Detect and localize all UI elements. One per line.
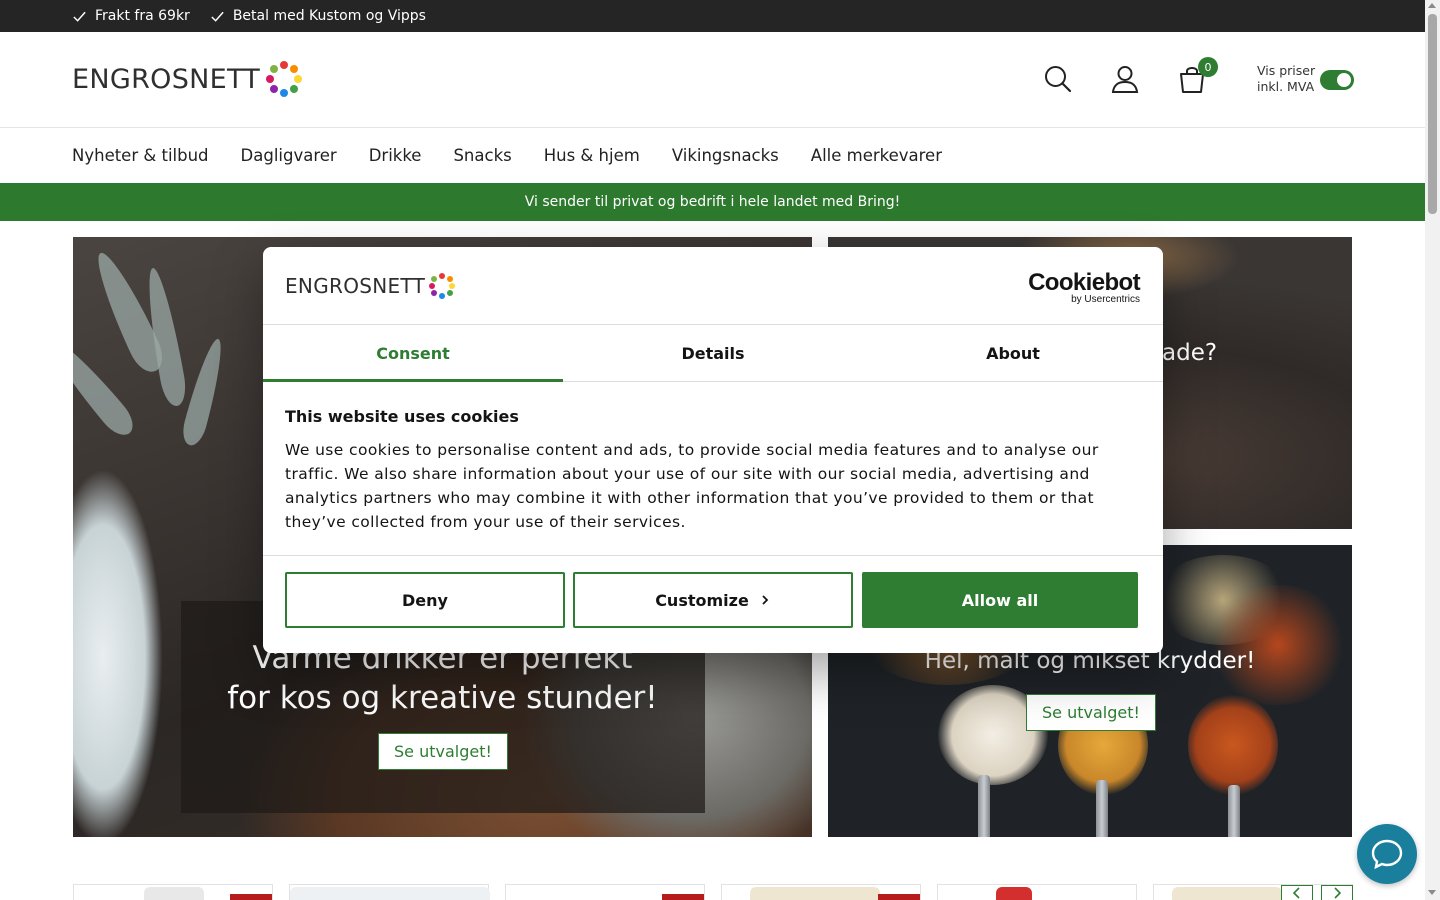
nav-item-snacks[interactable]: Snacks xyxy=(453,146,511,165)
logo-wordmark: ENGROSNETT xyxy=(72,63,261,95)
scroll-up-arrow[interactable] xyxy=(1428,3,1436,8)
tab-about[interactable]: About xyxy=(863,325,1163,381)
sale-tag xyxy=(230,894,272,900)
scroll-thumb[interactable] xyxy=(1428,14,1437,214)
allow-all-button-label: Allow all xyxy=(961,590,1039,610)
cookiebot-logo[interactable]: Cookiebot by Usercentrics xyxy=(1028,269,1141,305)
dialog-heading: This website uses cookies xyxy=(285,407,519,426)
tab-consent[interactable]: Consent xyxy=(263,325,563,382)
chevron-left-icon xyxy=(1292,887,1300,899)
hero-right-top-title: ade? xyxy=(1162,340,1218,366)
dialog-logo-wordmark: ENGROSNETT xyxy=(285,274,426,298)
product-card[interactable] xyxy=(505,884,705,900)
site-logo[interactable]: ENGROSNETT xyxy=(72,61,303,97)
check-icon xyxy=(211,11,224,22)
logo-dots-icon xyxy=(266,61,303,97)
usp-item: Frakt fra 69kr xyxy=(72,8,190,24)
chevron-right-icon xyxy=(762,595,769,605)
search-icon[interactable] xyxy=(1043,64,1073,94)
scroll-down-arrow[interactable] xyxy=(1428,890,1436,895)
nav-item-nyheter[interactable]: Nyheter & tilbud xyxy=(72,146,209,165)
dialog-text: We use cookies to personalise content an… xyxy=(285,441,1099,531)
usp-label: Frakt fra 69kr xyxy=(95,8,190,24)
cookiebot-wordmark: Cookiebot xyxy=(1028,269,1141,296)
carousel-prev-button[interactable] xyxy=(1281,885,1313,900)
hero-right-bottom-button[interactable]: Se utvalget! xyxy=(1026,694,1156,731)
deny-button-label: Deny xyxy=(402,590,448,610)
hero-left-button[interactable]: Se utvalget! xyxy=(378,733,508,770)
carousel-next-button[interactable] xyxy=(1321,885,1353,900)
dialog-footer: Deny Customize Allow all xyxy=(263,555,1163,653)
product-card[interactable] xyxy=(73,884,273,900)
vat-label-line1: Vis priser xyxy=(1257,63,1316,78)
nav-item-hus-hjem[interactable]: Hus & hjem xyxy=(544,146,640,165)
nav-item-dagligvarer[interactable]: Dagligvarer xyxy=(241,146,337,165)
vat-toggle[interactable] xyxy=(1320,70,1354,90)
product-card[interactable] xyxy=(721,884,921,900)
product-card[interactable] xyxy=(937,884,1137,900)
dialog-logo: ENGROSNETT xyxy=(285,273,456,299)
banner-text: Vi sender til privat og bedrift i hele l… xyxy=(524,194,901,210)
main-nav: Nyheter & tilbud Dagligvarer Drikke Snac… xyxy=(72,128,942,183)
customize-button[interactable]: Customize xyxy=(573,572,853,628)
chevron-right-icon xyxy=(1334,887,1342,899)
check-icon xyxy=(73,11,86,22)
chat-icon xyxy=(1371,839,1403,870)
dialog-tabs: Consent Details About xyxy=(263,324,1163,382)
logo-dots-icon xyxy=(429,273,456,299)
site-header: ENGROSNETT 0 Vis priser inkl. MVA xyxy=(0,32,1425,128)
nav-item-drikke[interactable]: Drikke xyxy=(369,146,422,165)
nav-item-vikingsnacks[interactable]: Vikingsnacks xyxy=(672,146,779,165)
top-usp-bar: Frakt fra 69kr Betal med Kustom og Vipps xyxy=(0,0,1425,32)
deny-button[interactable]: Deny xyxy=(285,572,565,628)
product-card[interactable] xyxy=(289,884,490,900)
vat-label: Vis priser inkl. MVA xyxy=(1257,63,1315,95)
vat-label-line2: inkl. MVA xyxy=(1257,79,1315,94)
sale-tag xyxy=(662,894,704,900)
dialog-body: This website uses cookies We use cookies… xyxy=(285,407,1145,534)
tab-details[interactable]: Details xyxy=(563,325,863,381)
customize-button-label: Customize xyxy=(655,590,749,610)
nav-item-alle-merkevarer[interactable]: Alle merkevarer xyxy=(811,146,942,165)
hero-left-title-line2: for kos og kreative stunder! xyxy=(227,680,658,716)
cookie-consent-dialog: ENGROSNETT Cookiebot by Usercentrics Con… xyxy=(263,247,1163,653)
allow-all-button[interactable]: Allow all xyxy=(862,572,1138,628)
usp-item: Betal med Kustom og Vipps xyxy=(210,8,426,24)
sale-tag xyxy=(878,894,920,900)
usp-label: Betal med Kustom og Vipps xyxy=(232,8,426,24)
shipping-banner: Vi sender til privat og bedrift i hele l… xyxy=(0,183,1425,221)
cart-count-badge: 0 xyxy=(1198,57,1218,77)
chat-button[interactable] xyxy=(1357,824,1417,884)
user-icon[interactable] xyxy=(1110,64,1140,94)
